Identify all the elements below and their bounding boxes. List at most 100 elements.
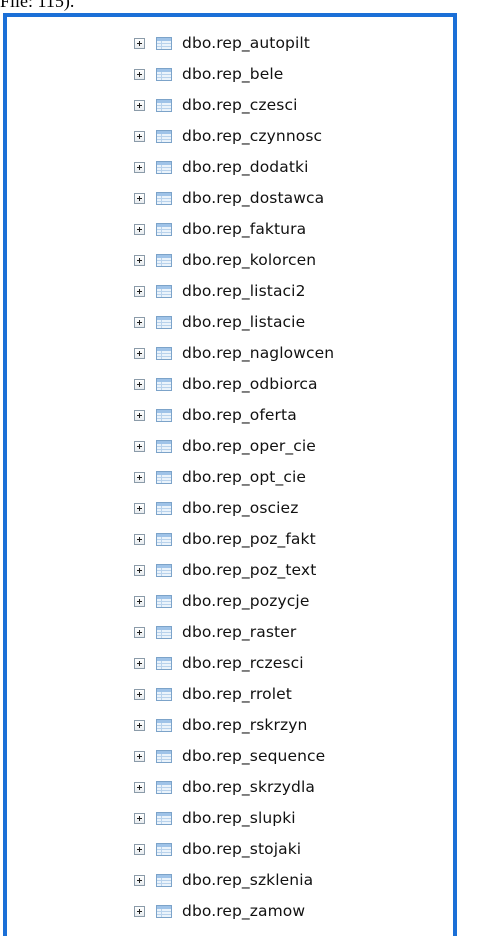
table-icon bbox=[156, 37, 172, 50]
expand-plus-icon[interactable] bbox=[134, 720, 145, 731]
tree-node-label: dbo.rep_dodatki bbox=[182, 157, 309, 176]
table-icon bbox=[156, 409, 172, 422]
expand-plus-icon[interactable] bbox=[134, 503, 145, 514]
tree-node-table[interactable]: dbo.rep_sequence bbox=[134, 741, 334, 772]
tree-node-table[interactable]: dbo.rep_poz_text bbox=[134, 555, 334, 586]
tree-node-table[interactable]: dbo.rep_czynnosc bbox=[134, 121, 334, 152]
tree-node-label: dbo.rep_rrolet bbox=[182, 684, 292, 703]
table-tree: dbo.rep_autopilt dbo.rep_bele dbo.rep_czes… bbox=[134, 28, 334, 927]
table-icon bbox=[156, 192, 172, 205]
expand-plus-icon[interactable] bbox=[134, 844, 145, 855]
tree-node-table[interactable]: dbo.rep_naglowcen bbox=[134, 338, 334, 369]
tree-node-label: dbo.rep_skrzydla bbox=[182, 777, 315, 796]
expand-plus-icon[interactable] bbox=[134, 255, 145, 266]
tree-node-table[interactable]: dbo.rep_faktura bbox=[134, 214, 334, 245]
expand-plus-icon[interactable] bbox=[134, 813, 145, 824]
tree-node-table[interactable]: dbo.rep_opt_cie bbox=[134, 462, 334, 493]
tree-node-table[interactable]: dbo.rep_raster bbox=[134, 617, 334, 648]
table-icon bbox=[156, 471, 172, 484]
tree-node-label: dbo.rep_bele bbox=[182, 64, 284, 83]
tree-node-label: dbo.rep_rskrzyn bbox=[182, 715, 308, 734]
table-icon bbox=[156, 688, 172, 701]
tree-node-table[interactable]: dbo.rep_odbiorca bbox=[134, 369, 334, 400]
tree-node-label: dbo.rep_szklenia bbox=[182, 870, 314, 889]
table-icon bbox=[156, 254, 172, 267]
table-icon bbox=[156, 285, 172, 298]
table-icon bbox=[156, 440, 172, 453]
tree-node-table[interactable]: dbo.rep_dodatki bbox=[134, 152, 334, 183]
tree-node-label: dbo.rep_slupki bbox=[182, 808, 296, 827]
tree-node-table[interactable]: dbo.rep_listacie bbox=[134, 307, 334, 338]
tree-node-table[interactable]: dbo.rep_kolorcen bbox=[134, 245, 334, 276]
tree-node-label: dbo.rep_poz_fakt bbox=[182, 529, 316, 548]
tree-node-table[interactable]: dbo.rep_oper_cie bbox=[134, 431, 334, 462]
tree-node-label: dbo.rep_oper_cie bbox=[182, 436, 316, 455]
tree-node-label: dbo.rep_oferta bbox=[182, 405, 297, 424]
tree-node-table[interactable]: dbo.rep_rskrzyn bbox=[134, 710, 334, 741]
expand-plus-icon[interactable] bbox=[134, 286, 145, 297]
expand-plus-icon[interactable] bbox=[134, 379, 145, 390]
tree-node-label: dbo.rep_listaci2 bbox=[182, 281, 306, 300]
tree-node-table[interactable]: dbo.rep_listaci2 bbox=[134, 276, 334, 307]
screenshot-page: File: 115). dbo.rep_autopilt dbo.rep_bele… bbox=[0, 0, 477, 936]
tree-node-table[interactable]: dbo.rep_rrolet bbox=[134, 679, 334, 710]
table-icon bbox=[156, 130, 172, 143]
table-icon bbox=[156, 347, 172, 360]
tree-node-table[interactable]: dbo.rep_rczesci bbox=[134, 648, 334, 679]
expand-plus-icon[interactable] bbox=[134, 441, 145, 452]
tree-node-table[interactable]: dbo.rep_osciez bbox=[134, 493, 334, 524]
object-explorer-panel: dbo.rep_autopilt dbo.rep_bele dbo.rep_czes… bbox=[3, 13, 457, 936]
tree-node-table[interactable]: dbo.rep_skrzydla bbox=[134, 772, 334, 803]
table-icon bbox=[156, 99, 172, 112]
tree-node-label: dbo.rep_odbiorca bbox=[182, 374, 318, 393]
expand-plus-icon[interactable] bbox=[134, 534, 145, 545]
expand-plus-icon[interactable] bbox=[134, 906, 145, 917]
table-icon bbox=[156, 223, 172, 236]
table-icon bbox=[156, 502, 172, 515]
tree-node-label: dbo.rep_opt_cie bbox=[182, 467, 306, 486]
table-icon bbox=[156, 595, 172, 608]
table-icon bbox=[156, 750, 172, 763]
tree-node-table[interactable]: dbo.rep_dostawca bbox=[134, 183, 334, 214]
expand-plus-icon[interactable] bbox=[134, 565, 145, 576]
table-icon bbox=[156, 378, 172, 391]
tree-node-table[interactable]: dbo.rep_stojaki bbox=[134, 834, 334, 865]
expand-plus-icon[interactable] bbox=[134, 410, 145, 421]
expand-plus-icon[interactable] bbox=[134, 100, 145, 111]
expand-plus-icon[interactable] bbox=[134, 162, 145, 173]
tree-node-table[interactable]: dbo.rep_bele bbox=[134, 59, 334, 90]
table-icon bbox=[156, 812, 172, 825]
expand-plus-icon[interactable] bbox=[134, 782, 145, 793]
expand-plus-icon[interactable] bbox=[134, 193, 145, 204]
expand-plus-icon[interactable] bbox=[134, 69, 145, 80]
expand-plus-icon[interactable] bbox=[134, 751, 145, 762]
expand-plus-icon[interactable] bbox=[134, 875, 145, 886]
tree-node-label: dbo.rep_faktura bbox=[182, 219, 307, 238]
expand-plus-icon[interactable] bbox=[134, 348, 145, 359]
tree-node-table[interactable]: dbo.rep_autopilt bbox=[134, 28, 334, 59]
expand-plus-icon[interactable] bbox=[134, 38, 145, 49]
tree-node-label: dbo.rep_rczesci bbox=[182, 653, 304, 672]
tree-node-label: dbo.rep_autopilt bbox=[182, 33, 310, 52]
expand-plus-icon[interactable] bbox=[134, 658, 145, 669]
tree-node-table[interactable]: dbo.rep_oferta bbox=[134, 400, 334, 431]
table-icon bbox=[156, 874, 172, 887]
expand-plus-icon[interactable] bbox=[134, 224, 145, 235]
tree-node-table[interactable]: dbo.rep_poz_fakt bbox=[134, 524, 334, 555]
expand-plus-icon[interactable] bbox=[134, 131, 145, 142]
tree-node-label: dbo.rep_osciez bbox=[182, 498, 299, 517]
document-caption: File: 115). bbox=[0, 0, 75, 11]
tree-node-label: dbo.rep_listacie bbox=[182, 312, 306, 331]
expand-plus-icon[interactable] bbox=[134, 689, 145, 700]
expand-plus-icon[interactable] bbox=[134, 627, 145, 638]
tree-node-table[interactable]: dbo.rep_szklenia bbox=[134, 865, 334, 896]
expand-plus-icon[interactable] bbox=[134, 472, 145, 483]
tree-node-label: dbo.rep_pozycje bbox=[182, 591, 310, 610]
tree-node-table[interactable]: dbo.rep_zamow bbox=[134, 896, 334, 927]
tree-node-table[interactable]: dbo.rep_czesci bbox=[134, 90, 334, 121]
tree-node-label: dbo.rep_naglowcen bbox=[182, 343, 335, 362]
expand-plus-icon[interactable] bbox=[134, 596, 145, 607]
expand-plus-icon[interactable] bbox=[134, 317, 145, 328]
tree-node-table[interactable]: dbo.rep_slupki bbox=[134, 803, 334, 834]
tree-node-table[interactable]: dbo.rep_pozycje bbox=[134, 586, 334, 617]
